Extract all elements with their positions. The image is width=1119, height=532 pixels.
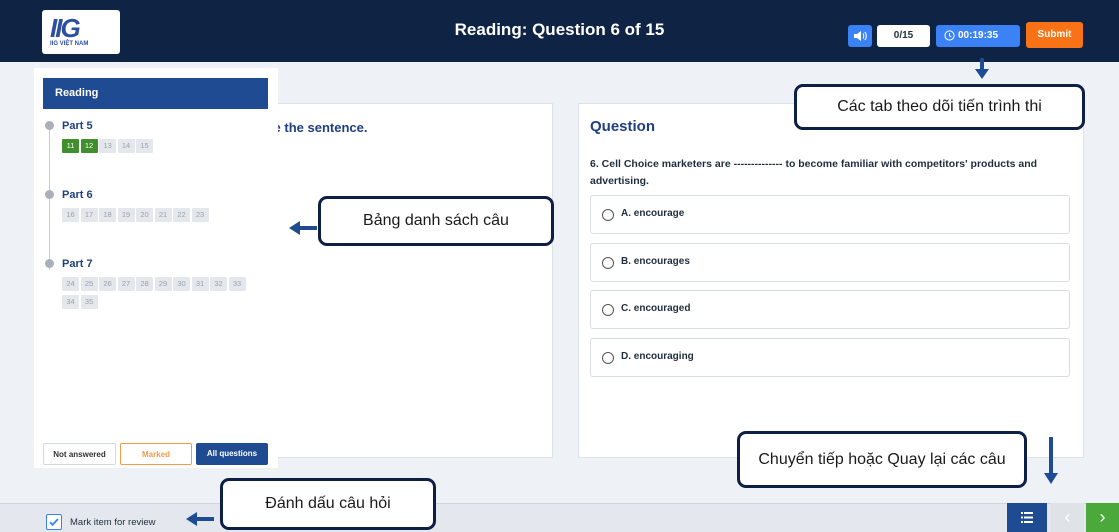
part-dot	[45, 190, 54, 199]
question-number-21[interactable]: 21	[154, 208, 172, 222]
question-number-25[interactable]: 25	[80, 277, 98, 291]
question-number-34[interactable]: 34	[62, 295, 79, 309]
question-number-22[interactable]: 22	[173, 208, 190, 222]
question-number-17[interactable]: 17	[80, 208, 98, 222]
option-c[interactable]: C. encouraged	[590, 290, 1070, 329]
question-number-32[interactable]: 32	[210, 277, 227, 291]
answered-counter[interactable]: 0/15	[877, 25, 930, 47]
arrow-left-icon	[186, 512, 214, 526]
option-a[interactable]: A. encourage	[590, 195, 1070, 234]
option-b[interactable]: B. encourages	[590, 243, 1070, 282]
arrow-down-icon	[1044, 437, 1058, 484]
question-number-13[interactable]: 13	[99, 139, 116, 153]
part-label[interactable]: Part 7	[62, 258, 93, 270]
exam-timer[interactable]: 00:19:35	[936, 25, 1020, 47]
filter-all-questions[interactable]: All questions	[196, 443, 268, 465]
radio-icon[interactable]	[602, 209, 614, 221]
check-icon	[49, 518, 59, 527]
part-label[interactable]: Part 5	[62, 120, 93, 132]
radio-icon[interactable]	[602, 352, 614, 364]
question-number-15[interactable]: 15	[136, 139, 153, 153]
option-label: A. encourage	[621, 208, 685, 219]
option-label: B. encourages	[621, 256, 690, 267]
question-number-27[interactable]: 27	[117, 277, 135, 291]
radio-icon[interactable]	[602, 257, 614, 269]
option-label: D. encouraging	[621, 351, 694, 362]
question-number-23[interactable]: 23	[191, 208, 209, 222]
question-heading: Question	[590, 118, 656, 135]
question-number-35[interactable]: 35	[80, 295, 98, 309]
question-number-31[interactable]: 31	[191, 277, 209, 291]
question-list-button[interactable]	[1007, 503, 1047, 532]
callout-navigation: Chuyển tiếp hoặc Quay lại các câu	[737, 431, 1027, 488]
callout-mark-question: Đánh dấu câu hỏi	[220, 478, 436, 530]
submit-button[interactable]: Submit	[1026, 22, 1083, 48]
navigator-header: Reading	[43, 78, 268, 109]
question-number-29[interactable]: 29	[154, 277, 172, 291]
question-number-12[interactable]: 12	[80, 139, 98, 153]
bottom-bar	[0, 503, 1119, 532]
speaker-icon	[854, 31, 867, 41]
part-label[interactable]: Part 6	[62, 189, 93, 201]
question-number-24[interactable]: 24	[62, 277, 79, 291]
next-button[interactable]: ›	[1086, 503, 1119, 532]
mark-review-label[interactable]: Mark item for review	[70, 517, 156, 528]
option-label: C. encouraged	[621, 303, 691, 314]
chevron-left-icon: ‹	[1064, 507, 1071, 527]
question-number-19[interactable]: 19	[117, 208, 135, 222]
arrow-down-icon	[975, 58, 989, 79]
radio-icon[interactable]	[602, 304, 614, 316]
clock-icon	[944, 30, 955, 41]
question-number-14[interactable]: 14	[117, 139, 135, 153]
callout-progress-tabs: Các tab theo dõi tiến trình thi	[794, 84, 1085, 130]
chevron-right-icon: ›	[1099, 507, 1106, 527]
question-text: 6. Cell Choice marketers are -----------…	[590, 158, 1038, 187]
filter-marked[interactable]: Marked	[120, 443, 192, 465]
timer-value: 00:19:35	[958, 30, 999, 41]
question-number-26[interactable]: 26	[99, 277, 116, 291]
volume-button[interactable]	[848, 25, 872, 47]
question-number-20[interactable]: 20	[136, 208, 153, 222]
list-icon	[1021, 512, 1033, 523]
arrow-left-icon	[289, 221, 317, 235]
question-number-30[interactable]: 30	[173, 277, 190, 291]
filter-not-answered[interactable]: Not answered	[43, 443, 116, 465]
part-dot	[45, 259, 54, 268]
logo-subtitle: IIG VIỆT NAM	[50, 41, 89, 47]
question-number-18[interactable]: 18	[99, 208, 116, 222]
callout-question-list: Bảng danh sách câu	[318, 196, 554, 246]
mark-review-checkbox[interactable]	[46, 514, 62, 530]
previous-button[interactable]: ‹	[1051, 503, 1084, 532]
question-number-11[interactable]: 11	[62, 139, 79, 153]
question-number-33[interactable]: 33	[228, 277, 246, 291]
part-dot	[45, 121, 54, 130]
option-d[interactable]: D. encouraging	[590, 338, 1070, 377]
question-number-28[interactable]: 28	[136, 277, 153, 291]
timeline-line	[49, 130, 50, 270]
question-number-16[interactable]: 16	[62, 208, 79, 222]
